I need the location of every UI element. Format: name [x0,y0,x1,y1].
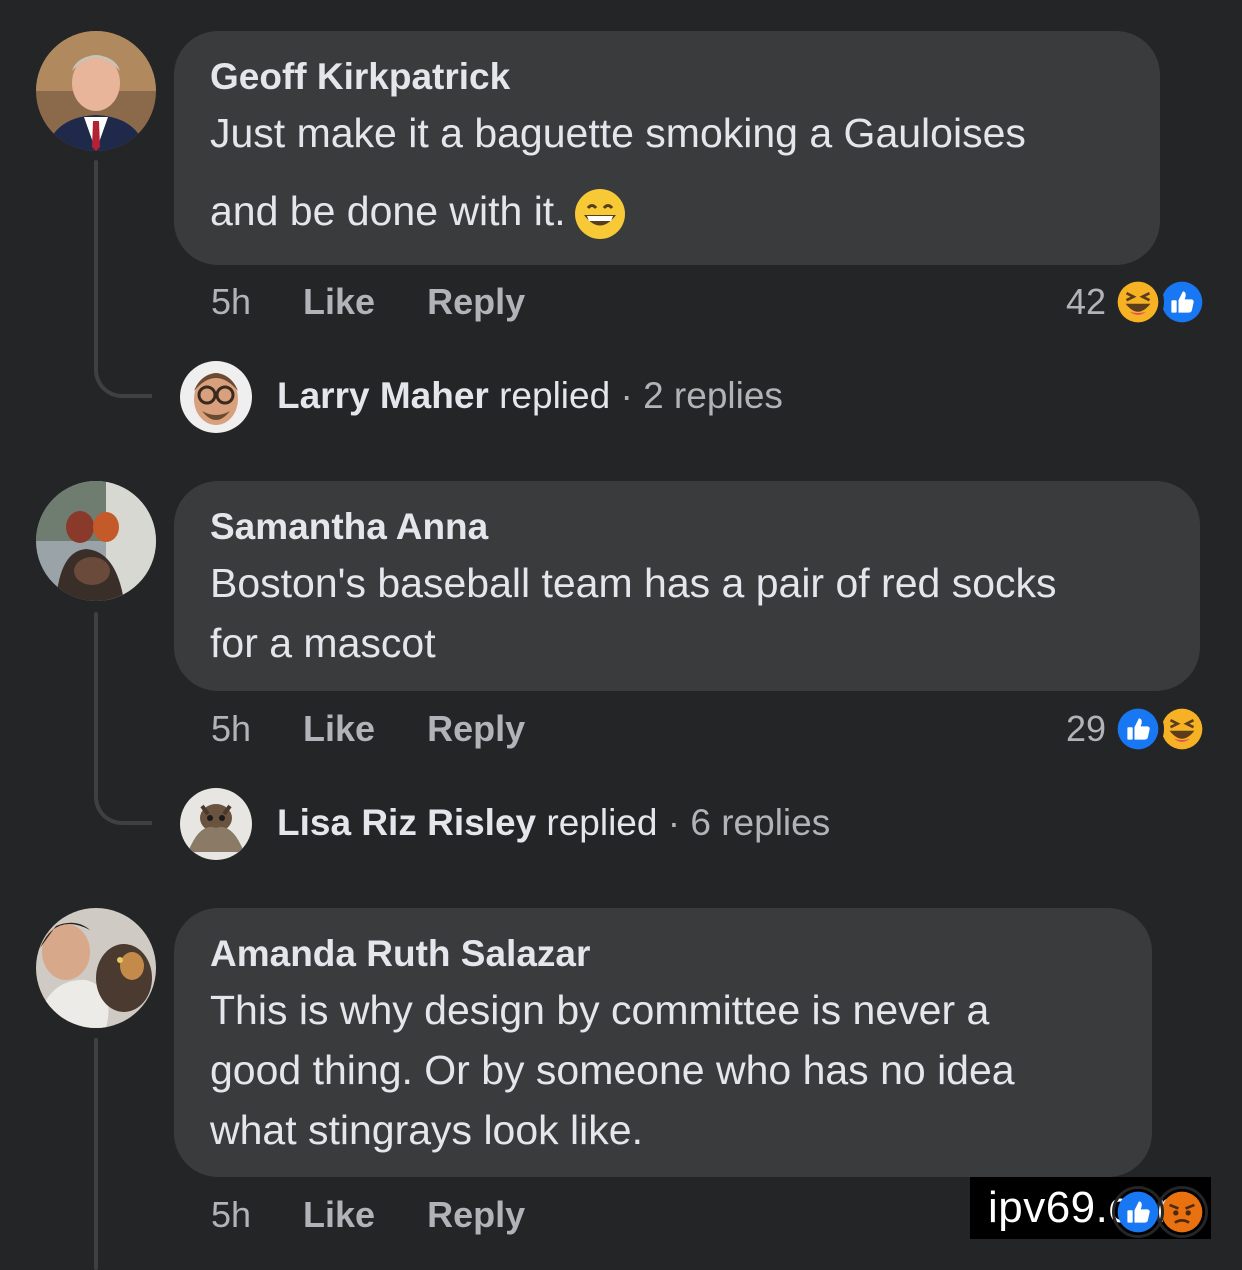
reply-verb: replied [499,375,611,416]
comment-actions: 5h Like Reply [211,1190,525,1240]
comment-text-line: and be done with it. [210,181,1124,241]
reply-count: 2 replies [643,375,783,416]
comment-text: This is why design by committee is never… [210,980,1116,1160]
reaction-summary[interactable] [1112,1186,1208,1238]
comment-text-line: Boston's baseball team has a pair of red… [210,560,1057,606]
avatar-larry-maher[interactable] [180,361,252,433]
comment-author[interactable]: Amanda Ruth Salazar [210,932,1116,976]
comment-author[interactable]: Samantha Anna [210,505,1164,549]
reaction-count: 42 [1065,281,1106,322]
reaction-count: 29 [1065,708,1106,749]
comment-text-line: for a mascot [210,620,436,666]
comment-bubble: Geoff Kirkpatrick Just make it a baguett… [174,31,1160,265]
like-reaction-icon [1112,1186,1164,1238]
comment-text-segment: and be done with it. [210,188,566,234]
like-button[interactable]: Like [303,1190,375,1240]
avatar-amanda-ruth-salazar[interactable] [36,908,156,1028]
avatar-samantha-anna[interactable] [36,481,156,601]
comment-time: 5h [211,281,252,322]
comment-actions: 5h Like Reply [211,277,525,327]
reply-count: 6 replies [690,802,831,843]
comment-text: Just make it a baguette smoking a Gauloi… [210,103,1124,241]
grinning-face-icon [574,189,625,240]
reply-author: Larry Maher [277,375,489,416]
comment-text-line: good thing. Or by someone who has no ide… [210,1047,1015,1093]
comment-author[interactable]: Geoff Kirkpatrick [210,55,1124,99]
comment-time: 5h [211,1194,252,1235]
comment-text-line: what stingrays look like. [210,1107,643,1153]
reply-button[interactable]: Reply [427,277,525,327]
view-replies-link[interactable]: Larry Maher replied · 2 replies [277,371,783,421]
like-button[interactable]: Like [303,277,375,327]
thread-line [94,1038,98,1270]
avatar-geoff-kirkpatrick[interactable] [36,31,156,151]
view-replies-link[interactable]: Lisa Riz Risley replied · 6 replies [277,798,830,848]
thread-line [94,160,98,360]
comment-bubble: Amanda Ruth Salazar This is why design b… [174,908,1152,1177]
comment-text-line: This is why design by committee is never… [210,987,990,1033]
avatar-lisa-riz-risley[interactable] [180,788,252,860]
thread-line [94,612,98,787]
like-button[interactable]: Like [303,704,375,754]
like-reaction-icon [1112,703,1164,755]
comment-text: Boston's baseball team has a pair of red… [210,553,1164,673]
comment-actions: 5h Like Reply [211,704,525,754]
haha-reaction-icon [1112,276,1164,328]
reply-button[interactable]: Reply [427,704,525,754]
comment-bubble: Samantha Anna Boston's baseball team has… [174,481,1200,691]
comment-time: 5h [211,708,252,749]
thread-connector [94,350,152,398]
reply-author: Lisa Riz Risley [277,802,537,843]
reaction-summary[interactable]: 29 [1066,703,1208,755]
reply-verb: replied [546,802,658,843]
separator-dot: · [667,802,681,843]
reply-button[interactable]: Reply [427,1190,525,1240]
reaction-summary[interactable]: 42 [1066,276,1208,328]
separator-dot: · [620,375,633,416]
comment-text-line: Just make it a baguette smoking a Gauloi… [210,110,1026,156]
thread-connector [94,777,152,825]
